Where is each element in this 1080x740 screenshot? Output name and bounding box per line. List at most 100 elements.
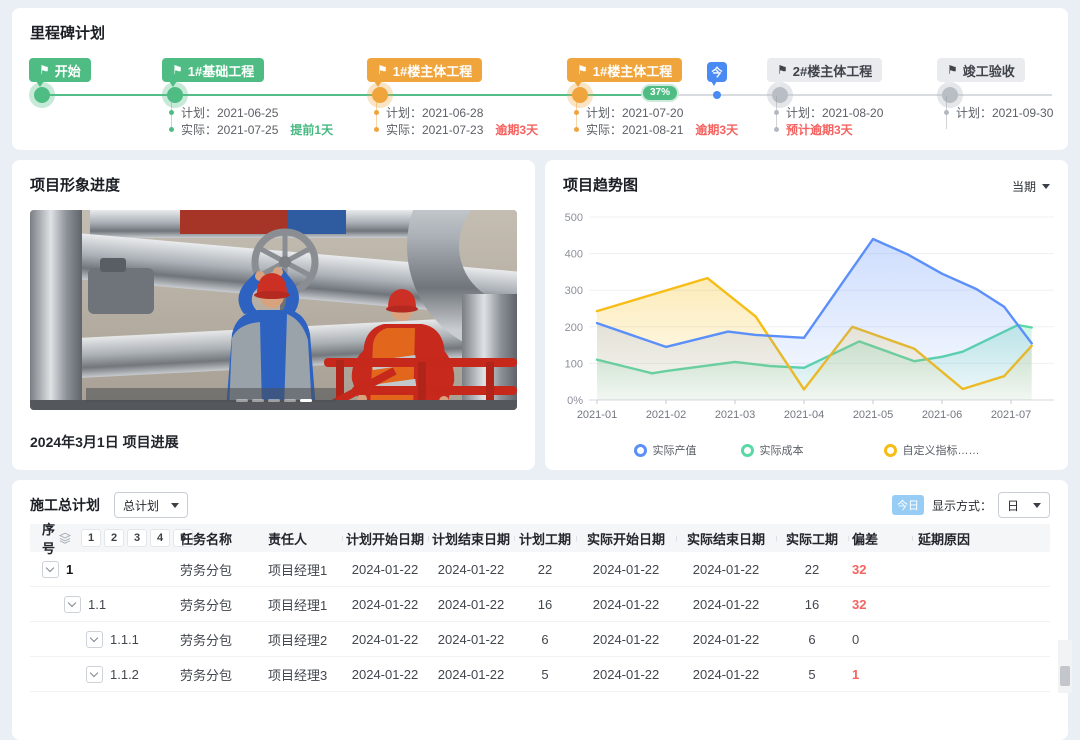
level-chip[interactable]: 1 <box>82 530 100 546</box>
carousel-dot[interactable] <box>252 399 264 402</box>
table-row[interactable]: 1 劳务分包 项目经理1 2024-01-22 2024-01-22 22 20… <box>30 552 1050 587</box>
flag-icon: ⚑ <box>777 64 788 76</box>
display-mode-select[interactable]: 日 <box>998 492 1050 518</box>
scrollbar-thumb[interactable] <box>1060 666 1070 686</box>
milestone-label: ⚑ 竣工验收 <box>937 58 1025 82</box>
chevron-down-icon <box>1033 503 1041 508</box>
photo-carousel[interactable] <box>30 210 517 410</box>
flag-icon: ⚑ <box>172 64 183 76</box>
svg-text:100: 100 <box>565 358 583 370</box>
level-chip[interactable]: 4 <box>151 530 169 546</box>
expand-toggle-icon[interactable] <box>86 666 103 683</box>
status-text: 逾期3天 <box>695 121 738 138</box>
milestone-card: 里程碑计划 ⚑ 开始 ⚑ 1#基础工程 ⚑ 1#楼主体工程 ⚑ 1#楼主体工程 … <box>12 8 1068 150</box>
carousel-dot[interactable] <box>268 399 280 402</box>
milestone-dates: 计划：2021-06-25 实际：2021-07-25提前1天 <box>169 104 333 138</box>
photo-caption: 2024年3月1日 项目进展 <box>30 432 179 452</box>
milestone-label: ⚑ 1#楼主体工程 <box>567 58 682 82</box>
legend-item[interactable]: 实际产值 <box>634 442 697 458</box>
milestone-dates: 计划：2021-07-20 实际：2021-08-21逾期3天 <box>574 104 738 138</box>
col-actual-days: 实际工期 <box>776 529 848 548</box>
deviation-value: 0 <box>848 632 912 647</box>
legend-item[interactable]: 自定义指标…… <box>884 442 980 458</box>
flag-icon: ⚑ <box>39 64 50 76</box>
col-owner: 责任人 <box>268 529 342 548</box>
progress-badge: 37% <box>641 84 679 102</box>
flag-icon: ⚑ <box>577 64 588 76</box>
chevron-down-icon <box>1042 184 1050 189</box>
photo-card-title: 项目形象进度 <box>30 174 120 195</box>
forecast-text: 预计逾期3天 <box>786 121 853 138</box>
table-controls: 施工总计划 总计划 今日 显示方式： 日 <box>30 491 1050 519</box>
carousel-dot-active[interactable] <box>300 399 312 402</box>
flag-icon: ⚑ <box>947 64 958 76</box>
trend-chart: 5004003002001000%2021-012021-022021-0320… <box>553 204 1060 430</box>
legend-marker-icon <box>634 444 647 457</box>
carousel-dot[interactable] <box>236 399 248 402</box>
progress-photo-illustration <box>30 210 517 410</box>
schedule-table-card: 施工总计划 总计划 今日 显示方式： 日 序号 1 2 3 4 5 任务名称 <box>12 480 1068 740</box>
timeline-done-line <box>42 94 660 96</box>
today-dot <box>713 91 721 99</box>
carousel-dots <box>236 399 312 402</box>
milestone-node <box>372 87 388 103</box>
progress-photo-card: 项目形象进度 <box>12 160 535 470</box>
svg-text:2021-04: 2021-04 <box>784 409 824 421</box>
today-chip[interactable]: 今日 <box>892 495 924 515</box>
col-actual-end: 实际结束日期 <box>676 529 776 548</box>
milestone-dates: 计划：2021-08-20 预计逾期3天 <box>774 104 883 138</box>
period-select[interactable]: 当期 <box>1012 178 1050 195</box>
deviation-value: 32 <box>848 597 912 612</box>
col-actual-start: 实际开始日期 <box>576 529 676 548</box>
status-text: 逾期3天 <box>495 121 538 138</box>
expand-toggle-icon[interactable] <box>64 596 81 613</box>
svg-text:0%: 0% <box>567 395 583 407</box>
table-header: 序号 1 2 3 4 5 任务名称 责任人 计划开始日期 计划结束日期 计划工期… <box>30 524 1050 552</box>
milestone-label: ⚑ 1#楼主体工程 <box>367 58 482 82</box>
col-plan-start: 计划开始日期 <box>342 529 428 548</box>
status-text: 提前1天 <box>290 121 333 138</box>
level-chip[interactable]: 3 <box>128 530 146 546</box>
chevron-down-icon <box>171 503 179 508</box>
table-row[interactable]: 1.1 劳务分包 项目经理1 2024-01-22 2024-01-22 16 … <box>30 587 1050 622</box>
svg-text:2021-01: 2021-01 <box>577 409 617 421</box>
svg-text:2021-02: 2021-02 <box>646 409 686 421</box>
col-seq: 序号 1 2 3 4 5 <box>30 519 180 557</box>
svg-text:200: 200 <box>565 322 583 334</box>
plan-type-select[interactable]: 总计划 <box>114 492 188 518</box>
milestone-dates: 计划：2021-09-30 <box>944 104 1053 121</box>
svg-text:2021-06: 2021-06 <box>922 409 962 421</box>
chart-title: 项目趋势图 <box>563 174 638 195</box>
col-plan-days: 计划工期 <box>514 529 576 548</box>
carousel-dot[interactable] <box>284 399 296 402</box>
deviation-value: 32 <box>848 562 912 577</box>
table-row[interactable]: 1.1.2 劳务分包 项目经理3 2024-01-22 2024-01-22 5… <box>30 657 1050 692</box>
milestone-label: ⚑ 2#楼主体工程 <box>767 58 882 82</box>
col-delay-reason: 延期原因 <box>912 529 1050 548</box>
milestone-title: 里程碑计划 <box>30 22 105 43</box>
svg-text:2021-03: 2021-03 <box>715 409 755 421</box>
legend-item[interactable]: 实际成本 <box>741 442 804 458</box>
milestone-node <box>34 87 50 103</box>
expand-toggle-icon[interactable] <box>42 561 59 578</box>
expand-toggle-icon[interactable] <box>86 631 103 648</box>
levels-icon <box>59 532 71 544</box>
table-row[interactable]: 1.1.1 劳务分包 项目经理2 2024-01-22 2024-01-22 6… <box>30 622 1050 657</box>
svg-text:2021-05: 2021-05 <box>853 409 893 421</box>
col-deviation: 偏差 <box>848 529 912 548</box>
chart-legend: 实际产值 实际成本 自定义指标…… <box>545 442 1068 458</box>
table-title: 施工总计划 <box>30 495 100 515</box>
legend-marker-icon <box>741 444 754 457</box>
level-chip[interactable]: 2 <box>105 530 123 546</box>
col-task: 任务名称 <box>180 529 268 548</box>
svg-text:2021-07: 2021-07 <box>991 409 1031 421</box>
milestone-node <box>772 87 788 103</box>
milestone-node <box>167 87 183 103</box>
svg-text:300: 300 <box>565 285 583 297</box>
legend-marker-icon <box>884 444 897 457</box>
svg-text:500: 500 <box>565 212 583 224</box>
milestone-node <box>572 87 588 103</box>
deviation-value: 1 <box>848 667 912 682</box>
flag-icon: ⚑ <box>377 64 388 76</box>
col-plan-end: 计划结束日期 <box>428 529 514 548</box>
